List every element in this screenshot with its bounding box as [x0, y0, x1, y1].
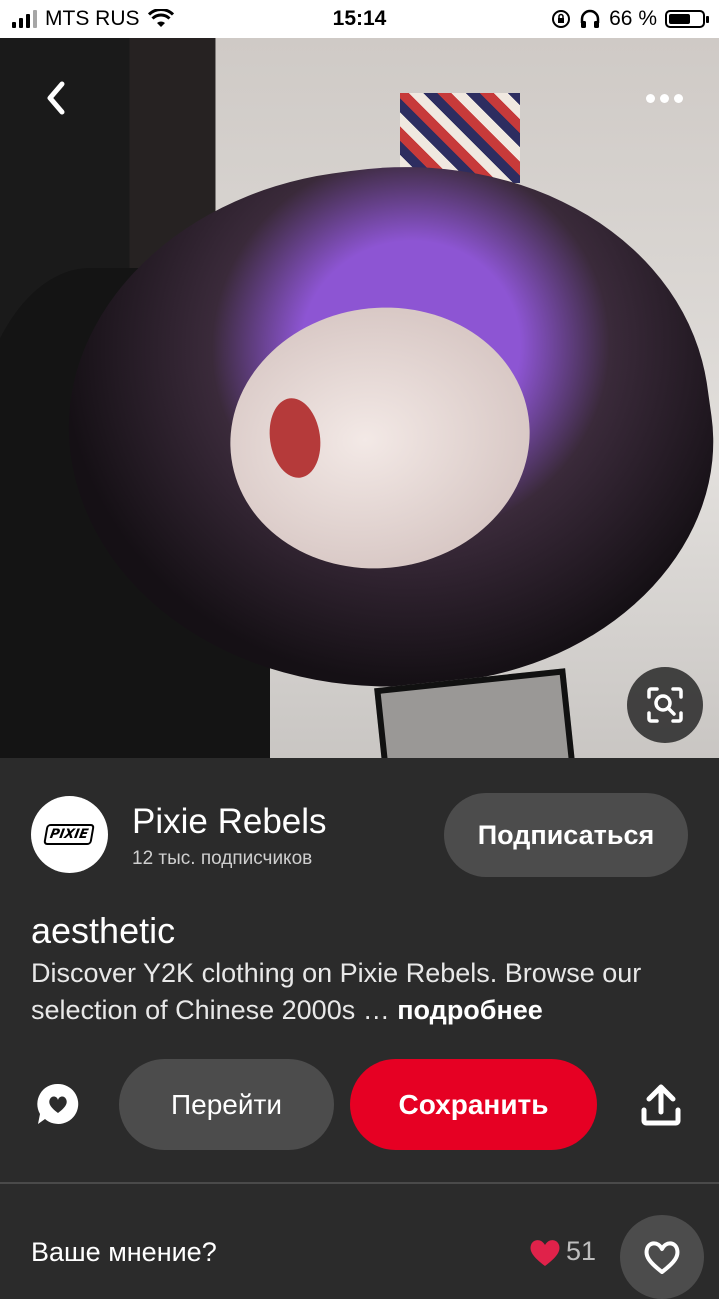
status-bar: MTS RUS 15:14 66 %: [0, 0, 719, 38]
pin-description: Discover Y2K clothing on Pixie Rebels. B…: [31, 955, 691, 1029]
more-link[interactable]: подробнее: [397, 995, 543, 1025]
divider: [0, 1182, 719, 1184]
pin-description-text: Discover Y2K clothing on Pixie Rebels. B…: [31, 958, 642, 1025]
save-button[interactable]: Сохранить: [350, 1059, 597, 1150]
pin-title: aesthetic: [31, 910, 176, 951]
more-button[interactable]: [639, 78, 689, 118]
back-button[interactable]: [36, 78, 76, 118]
visual-search-icon: [647, 687, 683, 723]
feedback-prompt: Ваше мнение?: [31, 1237, 217, 1267]
share-button[interactable]: [638, 1082, 684, 1128]
rotation-lock-icon: [552, 10, 571, 28]
react-button[interactable]: [620, 1215, 704, 1299]
heart-icon: [644, 1241, 680, 1274]
reaction-summary: 51: [528, 1236, 596, 1267]
visit-button[interactable]: Перейти: [119, 1059, 334, 1150]
author-name[interactable]: Pixie Rebels: [132, 802, 327, 842]
author-followers: 12 тыс. подписчиков: [132, 848, 313, 869]
back-icon: [47, 81, 65, 115]
headphones-icon: [580, 9, 600, 28]
visual-search-button[interactable]: [627, 667, 703, 743]
pin-image[interactable]: [0, 38, 719, 758]
status-right: 66 %: [551, 7, 709, 31]
more-icon: [645, 93, 683, 103]
share-icon: [641, 1084, 681, 1126]
comment-button[interactable]: [34, 1080, 82, 1128]
comment-icon: [37, 1083, 79, 1124]
reaction-heart-icon: [530, 1239, 560, 1266]
battery-icon: [665, 10, 709, 28]
battery-percent: 66 %: [609, 7, 657, 30]
author-avatar-logo: PIXIE: [43, 824, 96, 845]
follow-button[interactable]: Подписаться: [444, 793, 688, 877]
author-avatar[interactable]: PIXIE: [31, 796, 108, 873]
reaction-count: 51: [566, 1236, 597, 1266]
